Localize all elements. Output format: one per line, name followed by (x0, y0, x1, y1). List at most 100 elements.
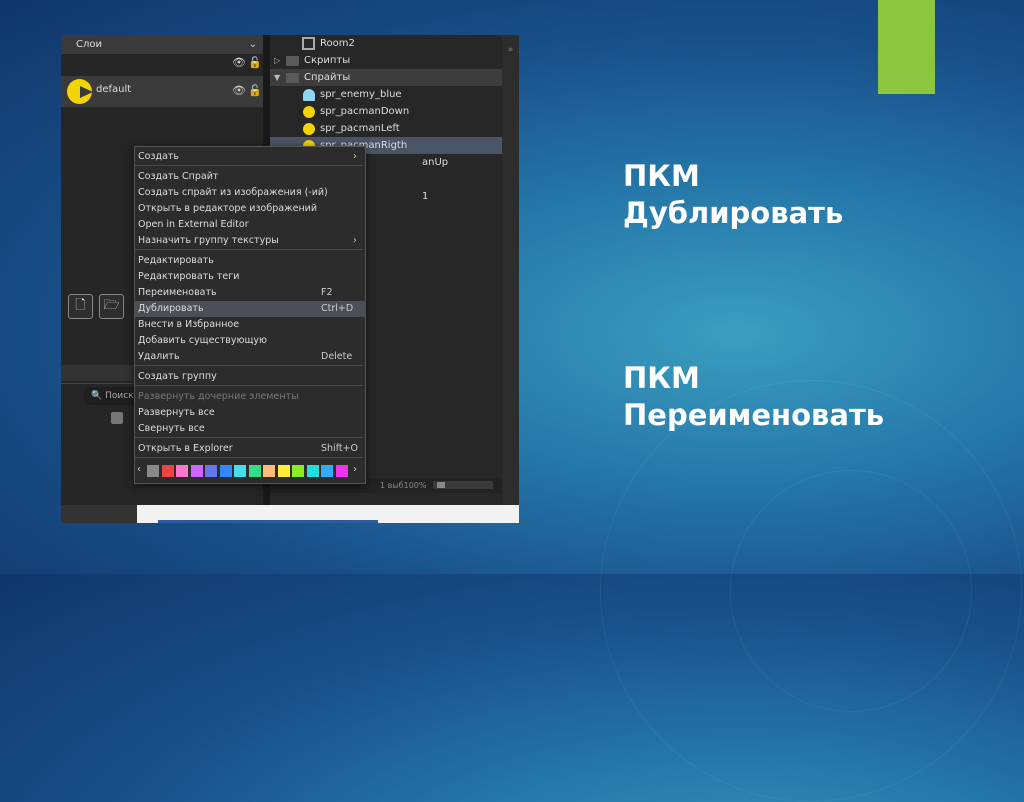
tree-item-sprite[interactable]: spr_pacmanLeft (270, 120, 502, 137)
color-swatch[interactable] (190, 465, 203, 477)
tree-item-sprite[interactable]: spr_enemy_blue (270, 86, 502, 103)
folder-icon (286, 73, 299, 83)
color-swatch[interactable] (306, 465, 319, 477)
menu-item[interactable]: Добавить существующую (135, 333, 366, 349)
layer-name: default (96, 84, 132, 95)
new-folder-button[interactable]: 🗁 (99, 294, 124, 319)
eye-icon[interactable]: 👁 (232, 56, 246, 69)
lock-icon[interactable]: 🔓 (248, 56, 262, 69)
command-line: ПКМ (623, 361, 700, 395)
tree-label: anUp (422, 157, 449, 168)
menu-item[interactable]: Внести в Избранное (135, 317, 366, 333)
ghost-icon (303, 89, 315, 101)
folder-icon (286, 56, 299, 66)
command-line: Дублировать (623, 196, 844, 230)
menu-separator (135, 249, 363, 250)
menu-item[interactable]: Назначить группу текстуры › (135, 233, 366, 249)
menu-item[interactable]: Создать › (135, 149, 366, 165)
chevron-left-icon[interactable]: ‹ (137, 464, 141, 475)
tree-item-scripts[interactable]: ▷ Скрипты (270, 52, 502, 69)
menu-item[interactable]: Open in External Editor (135, 217, 366, 233)
expand-arrow-icon[interactable]: ▷ (274, 52, 280, 69)
tree-label: 1 (422, 191, 429, 202)
accent-bar (878, 0, 935, 94)
menu-item[interactable]: Удалить Delete (135, 349, 366, 365)
menu-separator (135, 457, 363, 458)
color-swatch[interactable] (263, 465, 275, 477)
menu-item[interactable]: Свернуть все (135, 421, 366, 437)
layers-dropdown[interactable]: Слои ⌄ (61, 35, 263, 54)
color-swatch[interactable] (161, 465, 174, 477)
collapse-arrow-icon[interactable]: ▼ (274, 69, 280, 86)
chevron-right-icon[interactable]: › (353, 464, 357, 475)
tree-item-sprites[interactable]: ▼ Спрайты (270, 69, 502, 86)
status-text: 1 выб100% (380, 481, 427, 490)
command-line: ПКМ (623, 159, 700, 193)
room-icon (302, 37, 315, 50)
chevron-right-icon: › (353, 235, 357, 246)
collapse-panel-button[interactable]: » (502, 35, 519, 505)
pacman-icon (303, 123, 315, 135)
menu-item[interactable]: Развернуть все (135, 405, 366, 421)
tree-label: spr_pacmanLeft (320, 123, 400, 134)
tree-item-sprite[interactable]: spr_pacmanDown (270, 103, 502, 120)
layer-row[interactable]: default 👁 🔓 (61, 76, 263, 107)
menu-separator (135, 385, 363, 386)
menu-separator (135, 365, 363, 366)
menu-item-label: Создать Спрайт (138, 171, 219, 182)
tree-label: Спрайты (304, 72, 351, 83)
zoom-slider-thumb[interactable] (437, 482, 445, 488)
menu-item[interactable]: Переименовать F2 (135, 285, 366, 301)
menu-item[interactable]: Создать группу (135, 369, 366, 385)
command-block-rename: ПКМ Переименовать (623, 360, 884, 434)
pacman-icon (67, 79, 93, 104)
menu-item[interactable]: Создать спрайт из изображения (-ий) (135, 185, 366, 201)
color-swatch[interactable] (147, 465, 159, 477)
menu-item-label: Дублировать (138, 303, 204, 314)
tree-label: spr_enemy_blue (320, 89, 402, 100)
layers-header-label: Слои (76, 39, 102, 50)
menu-item-label: Открыть в Explorer (138, 443, 233, 454)
menu-item[interactable]: Дублировать Ctrl+D (135, 301, 366, 317)
menu-item-label: Редактировать теги (138, 271, 240, 282)
menu-shortcut: Delete (321, 351, 353, 362)
command-line: Переименовать (623, 398, 885, 432)
menu-item-label: Создать спрайт из изображения (-ий) (138, 187, 328, 198)
color-swatch[interactable] (205, 465, 217, 477)
menu-item-label: Создать (138, 151, 180, 162)
color-swatch[interactable] (277, 465, 290, 477)
menu-separator (135, 437, 363, 438)
menu-item: Развернуть дочерние элементы (135, 389, 366, 405)
color-swatch[interactable] (219, 465, 232, 477)
search-input[interactable]: 🔍 Поиск (83, 387, 141, 405)
color-swatch-row: ‹ › (137, 464, 361, 477)
color-swatch[interactable] (248, 465, 261, 477)
room-editor-bar (158, 520, 378, 523)
chevron-down-icon[interactable]: ⌄ (249, 35, 257, 54)
tree-label: spr_pacmanDown (320, 106, 410, 117)
tree-item-room2[interactable]: Room2 (270, 35, 502, 52)
command-block-duplicate: ПКМ Дублировать (623, 158, 843, 232)
menu-item[interactable]: Редактировать теги (135, 269, 366, 285)
menu-separator (135, 165, 363, 166)
lock-icon[interactable]: 🔓 (248, 84, 262, 97)
menu-item-label: Открыть в редакторе изображений (138, 203, 318, 214)
color-swatch[interactable] (176, 465, 188, 477)
color-swatch[interactable] (234, 465, 246, 477)
bottom-bar (61, 505, 137, 523)
color-swatch[interactable] (292, 465, 304, 477)
menu-item[interactable]: Открыть в Explorer Shift+O (135, 441, 366, 457)
menu-item[interactable]: Создать Спрайт (135, 169, 366, 185)
chevron-right-icon: › (353, 151, 357, 162)
menu-item[interactable]: Редактировать (135, 253, 366, 269)
eye-icon[interactable]: 👁 (232, 84, 246, 97)
new-layer-button[interactable]: 🗋 (68, 294, 93, 319)
menu-item-label: Назначить группу текстуры (138, 235, 279, 246)
color-swatch[interactable] (321, 465, 333, 477)
tree-label: Скрипты (304, 55, 351, 66)
collapse-toggle[interactable] (111, 412, 123, 424)
menu-shortcut: Ctrl+D (321, 303, 354, 314)
menu-item[interactable]: Открыть в редакторе изображений (135, 201, 366, 217)
color-swatch[interactable] (335, 465, 348, 477)
pacman-icon (303, 106, 315, 118)
